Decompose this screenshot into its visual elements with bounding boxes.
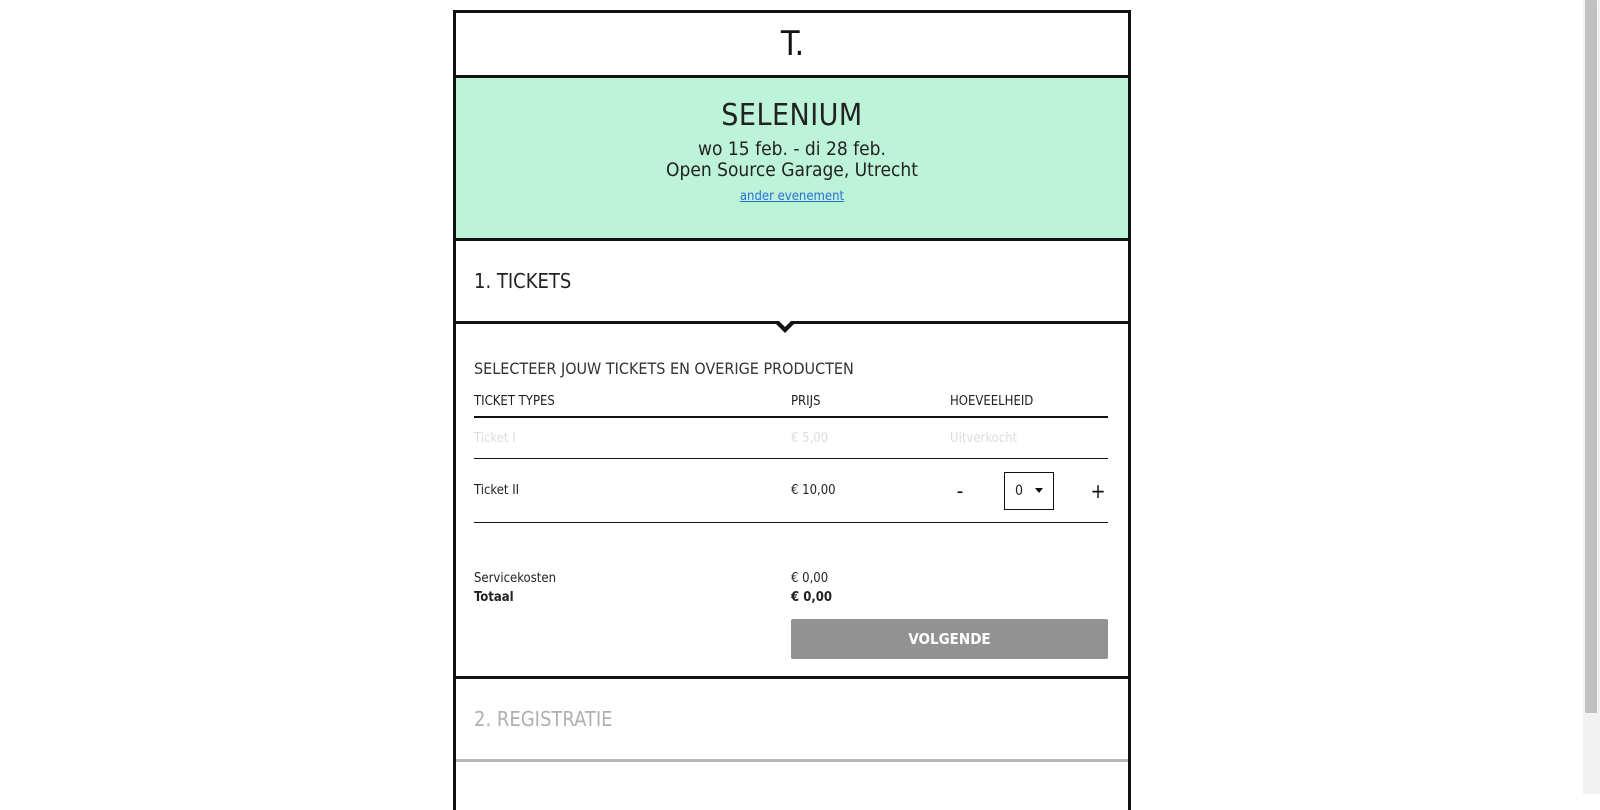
service-value: € 0,00 <box>791 571 829 586</box>
ticket-price: € 10,00 <box>791 483 836 498</box>
event-venue: Open Source Garage, Utrecht <box>666 159 918 181</box>
step-title: 1. TICKETS <box>474 269 572 293</box>
table-row: Ticket II € 10,00 - 0 + <box>474 459 1108 523</box>
step-tickets-header[interactable]: 1. TICKETS <box>456 241 1128 333</box>
step-registration-header[interactable]: 2. REGISTRATIE <box>456 679 1128 762</box>
service-label: Servicekosten <box>474 571 556 586</box>
quantity-select[interactable]: 0 <box>1004 471 1054 510</box>
quantity-value: 0 <box>1015 482 1024 499</box>
header-price: PRIJS <box>791 394 821 409</box>
next-button[interactable]: VOLGENDE <box>791 619 1108 659</box>
scrollbar-thumb[interactable] <box>1585 0 1597 713</box>
sold-out-label: Uitverkocht <box>950 430 1018 446</box>
ticket-price: € 5,00 <box>791 430 829 446</box>
header-ticket-types: TICKET TYPES <box>474 394 555 409</box>
quantity-stepper: - 0 + <box>950 471 1108 510</box>
other-event-link[interactable]: ander evenement <box>740 189 844 204</box>
total-value: € 0,00 <box>791 590 833 605</box>
total-label: Totaal <box>474 590 514 605</box>
tickets-section: SELECTEER JOUW TICKETS EN OVERIGE PRODUC… <box>456 324 1128 679</box>
totals: Servicekosten € 0,00 Totaal € 0,00 <box>474 569 1108 607</box>
chevron-down-icon <box>1035 488 1043 493</box>
service-row: Servicekosten € 0,00 <box>474 569 1108 588</box>
logo-bar: T. <box>456 13 1128 78</box>
table-row: Ticket I € 5,00 Uitverkocht <box>474 418 1108 459</box>
table-header: TICKET TYPES PRIJS HOEVEELHEID <box>474 394 1108 418</box>
checkout-panel: T. SELENIUM wo 15 feb. - di 28 feb. Open… <box>453 10 1131 810</box>
event-title: SELENIUM <box>721 98 863 133</box>
header-quantity: HOEVEELHEID <box>950 394 1034 409</box>
section-title: SELECTEER JOUW TICKETS EN OVERIGE PRODUC… <box>474 359 854 378</box>
step-title: 2. REGISTRATIE <box>474 707 613 731</box>
decrement-button[interactable]: - <box>950 479 970 503</box>
increment-button[interactable]: + <box>1088 479 1108 503</box>
event-header: SELENIUM wo 15 feb. - di 28 feb. Open So… <box>456 78 1128 241</box>
logo: T. <box>780 24 804 64</box>
event-dates: wo 15 feb. - di 28 feb. <box>698 138 886 160</box>
scrollbar[interactable] <box>1583 0 1600 794</box>
ticket-table: TICKET TYPES PRIJS HOEVEELHEID Ticket I … <box>474 394 1108 523</box>
total-row: Totaal € 0,00 <box>474 588 1108 607</box>
ticket-name: Ticket II <box>474 483 520 498</box>
ticket-name: Ticket I <box>474 430 516 446</box>
